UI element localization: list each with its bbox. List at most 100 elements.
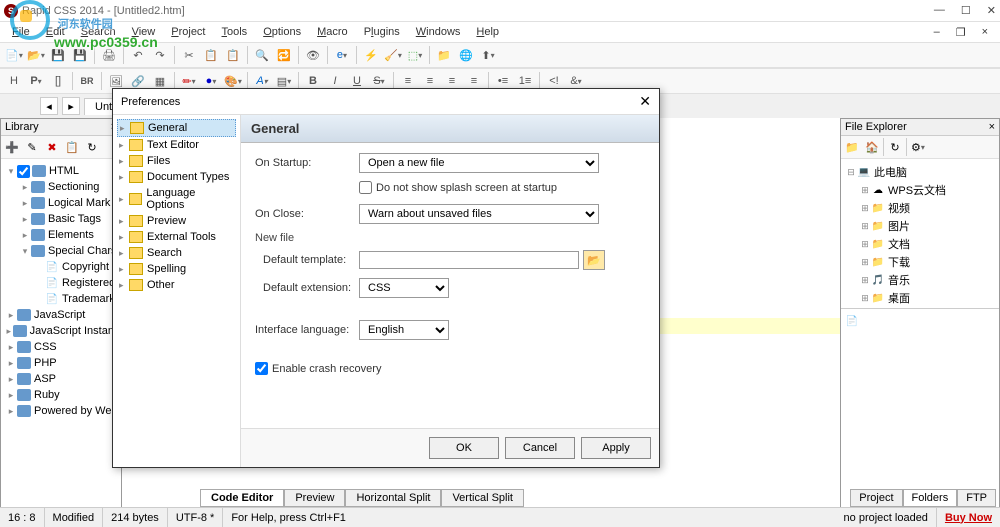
preview-button[interactable]: 👁 <box>303 45 323 65</box>
cancel-button[interactable]: Cancel <box>505 437 575 459</box>
fx-tree-item[interactable]: ⊟💻此电脑 <box>845 163 995 181</box>
fx-settings-button[interactable]: ⚙ <box>909 138 927 156</box>
file-explorer-close-icon[interactable]: × <box>989 121 995 133</box>
file-item[interactable]: 📄 <box>845 313 995 329</box>
menu-windows[interactable]: Windows <box>410 24 467 40</box>
save-button[interactable]: 💾 <box>48 45 68 65</box>
prefs-nav-item[interactable]: ▸Spelling <box>117 261 236 277</box>
project-button[interactable]: 📁 <box>434 45 454 65</box>
lib-delete-button[interactable]: ✖ <box>43 138 61 156</box>
menu-plugins[interactable]: Plugins <box>358 24 406 40</box>
input-default-template[interactable] <box>359 251 579 269</box>
prefs-nav-item[interactable]: ▸External Tools <box>117 229 236 245</box>
paste-button[interactable]: 📋 <box>223 45 243 65</box>
ftp-button[interactable]: 🌐 <box>456 45 476 65</box>
tree-item[interactable]: ▸Powered by We <box>5 403 117 419</box>
menu-tools[interactable]: Tools <box>216 24 254 40</box>
select-default-extension[interactable]: CSS <box>359 278 449 298</box>
status-encoding[interactable]: UTF-8 * <box>168 508 224 527</box>
tree-item[interactable]: ▸Ruby <box>5 387 117 403</box>
undo-button[interactable]: ↶ <box>128 45 148 65</box>
prefs-nav-item[interactable]: ▸Other <box>117 277 236 293</box>
checkbox-splash[interactable] <box>359 181 372 194</box>
tree-item[interactable]: 📄Registered <box>5 275 117 291</box>
close-icon[interactable]: ✕ <box>987 4 996 17</box>
prefs-nav-item[interactable]: ▸Text Editor <box>117 137 236 153</box>
fx-tree-item[interactable]: ⊞🎵音乐 <box>845 271 995 289</box>
fx-home-button[interactable]: 🏠 <box>863 138 881 156</box>
editor-tab[interactable]: Vertical Split <box>441 489 524 507</box>
div-button[interactable]: [] <box>48 71 68 91</box>
redo-button[interactable]: ↷ <box>150 45 170 65</box>
find-button[interactable]: 🔍 <box>252 45 272 65</box>
child-restore-icon[interactable]: ❐ <box>950 24 972 41</box>
file-explorer-tree[interactable]: ⊟💻此电脑⊞☁WPS云文档⊞📁视频⊞📁图片⊞📁文档⊞📁下载⊞🎵音乐⊞📁桌面⊞💽本… <box>841 159 999 309</box>
tree-item[interactable]: ▸Logical Mark <box>5 195 117 211</box>
editor-tab[interactable]: Horizontal Split <box>345 489 441 507</box>
tab-prev-button[interactable]: ◂ <box>40 97 58 115</box>
menu-file[interactable]: File <box>6 24 36 40</box>
tree-item[interactable]: ▸ASP <box>5 371 117 387</box>
paragraph-button[interactable]: P <box>26 71 46 91</box>
prefs-nav-item[interactable]: ▸Language Options <box>117 185 236 213</box>
library-tree[interactable]: ▾HTML ▸Sectioning▸Logical Mark▸Basic Tag… <box>1 159 121 517</box>
cut-button[interactable]: ✂ <box>179 45 199 65</box>
br-button[interactable]: BR <box>77 71 97 91</box>
prefs-nav-item[interactable]: ▸Search <box>117 245 236 261</box>
browser-button[interactable]: e <box>332 45 352 65</box>
fx-tree-item[interactable]: ⊞📁桌面 <box>845 289 995 307</box>
lib-edit-button[interactable]: ✎ <box>23 138 41 156</box>
lib-add-button[interactable]: ➕ <box>3 138 21 156</box>
fx-up-button[interactable]: 📁 <box>843 138 861 156</box>
editor-tab[interactable]: Code Editor <box>200 489 284 507</box>
tab-next-button[interactable]: ▸ <box>62 97 80 115</box>
minimize-icon[interactable]: — <box>934 4 945 17</box>
tree-root[interactable]: ▾HTML <box>5 163 117 179</box>
fx-tree-item[interactable]: ⊞📁图片 <box>845 217 995 235</box>
menu-view[interactable]: View <box>126 24 162 40</box>
tree-item[interactable]: ▸Basic Tags <box>5 211 117 227</box>
editor-tab[interactable]: Preview <box>284 489 345 507</box>
buy-now-link[interactable]: Buy Now <box>937 512 1000 524</box>
select-on-close[interactable]: Warn about unsaved files <box>359 204 599 224</box>
tree-item[interactable]: ▸Sectioning <box>5 179 117 195</box>
tree-item[interactable]: 📄Trademark <box>5 291 117 307</box>
prefs-nav-item[interactable]: ▸Document Types <box>117 169 236 185</box>
save-all-button[interactable]: 💾 <box>70 45 90 65</box>
fx-tree-item[interactable]: ⊞📁视频 <box>845 199 995 217</box>
fx-tab[interactable]: Folders <box>903 489 958 507</box>
open-file-button[interactable]: 📂 <box>26 45 46 65</box>
fx-tree-item[interactable]: ⊞☁WPS云文档 <box>845 181 995 199</box>
tree-item[interactable]: ▾Special Chars <box>5 243 117 259</box>
tree-item[interactable]: ▸JavaScript <box>5 307 117 323</box>
apply-button[interactable]: Apply <box>581 437 651 459</box>
prefs-nav-item[interactable]: ▸Files <box>117 153 236 169</box>
checkbox-crash-recovery[interactable] <box>255 362 268 375</box>
heading-button[interactable]: H <box>4 71 24 91</box>
tidy-button[interactable]: 🧹 <box>383 45 403 65</box>
select-on-startup[interactable]: Open a new file <box>359 153 599 173</box>
fx-tab[interactable]: Project <box>850 489 902 507</box>
lib-refresh-button[interactable]: ↻ <box>83 138 101 156</box>
menu-options[interactable]: Options <box>257 24 307 40</box>
print-button[interactable]: 🖨 <box>99 45 119 65</box>
lib-copy-button[interactable]: 📋 <box>63 138 81 156</box>
dialog-close-icon[interactable]: ✕ <box>639 93 651 110</box>
browse-template-button[interactable]: 📂 <box>583 250 605 270</box>
menu-macro[interactable]: Macro <box>311 24 354 40</box>
fx-tree-item[interactable]: ⊞📁文档 <box>845 235 995 253</box>
fx-tab[interactable]: FTP <box>957 489 996 507</box>
fx-tree-item[interactable]: ⊞📁下载 <box>845 253 995 271</box>
child-minimize-icon[interactable]: – <box>928 24 946 41</box>
format-button[interactable]: ⬚ <box>405 45 425 65</box>
select-interface-language[interactable]: English <box>359 320 449 340</box>
file-explorer-files[interactable]: 📄 <box>841 309 999 517</box>
tree-item[interactable]: ▸CSS <box>5 339 117 355</box>
tree-item[interactable]: ▸PHP <box>5 355 117 371</box>
menu-search[interactable]: Search <box>75 24 122 40</box>
prefs-nav-item[interactable]: ▸General <box>117 119 236 137</box>
tree-item[interactable]: 📄Copyright <box>5 259 117 275</box>
new-file-button[interactable]: 📄 <box>4 45 24 65</box>
prefs-nav-item[interactable]: ▸Preview <box>117 213 236 229</box>
copy-button[interactable]: 📋 <box>201 45 221 65</box>
